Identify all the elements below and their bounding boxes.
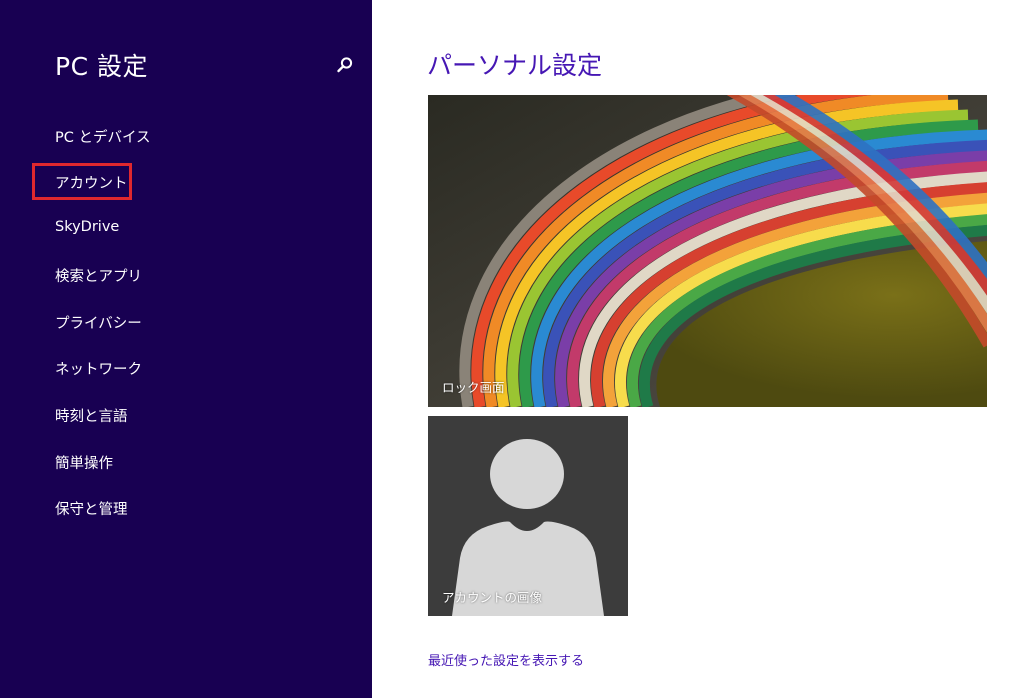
sidebar-item-ease-of-access[interactable]: 簡単操作 [55,452,113,473]
sidebar-item-network[interactable]: ネットワーク [55,358,142,379]
lock-screen-label: ロック画面 [442,380,505,395]
sidebar-item-search-apps[interactable]: 検索とアプリ [55,265,142,286]
sidebar-item-pc-devices[interactable]: PC とデバイス [55,126,151,147]
sidebar-item-accounts[interactable]: アカウント [55,172,128,193]
page-title: パーソナル設定 [427,51,603,80]
sidebar-item-privacy[interactable]: プライバシー [55,312,142,333]
sidebar: PC 設定 PC とデバイス アカウント SkyDrive 検索とアプリ プライ… [0,0,372,698]
lock-screen-tile[interactable]: ロック画面 [428,95,987,407]
account-picture-tile[interactable]: アカウントの画像 [428,416,628,616]
sidebar-item-time-language[interactable]: 時刻と言語 [55,405,128,426]
sidebar-title: PC 設定 [55,52,148,81]
main-content: パーソナル設定 ロック画面 アカウントの画像 最近使った設定を表示する [372,0,1024,698]
sidebar-item-update-recovery[interactable]: 保守と管理 [55,498,128,519]
recent-settings-link[interactable]: 最近使った設定を表示する [428,650,584,669]
lock-screen-image [428,95,987,407]
account-picture-label: アカウントの画像 [442,590,543,605]
sidebar-item-skydrive[interactable]: SkyDrive [55,219,119,235]
search-icon[interactable] [336,56,354,74]
user-silhouette-icon [452,439,604,616]
